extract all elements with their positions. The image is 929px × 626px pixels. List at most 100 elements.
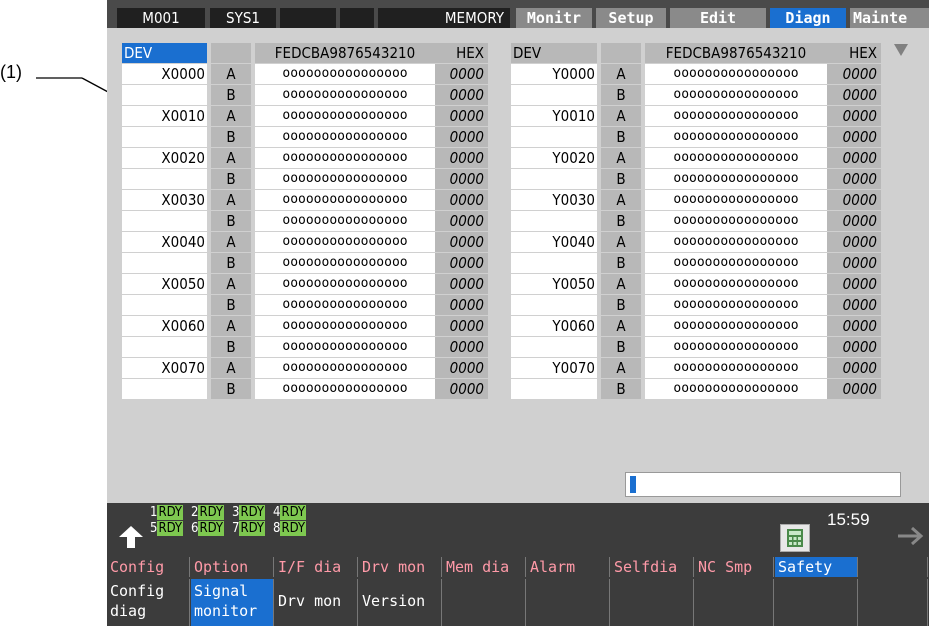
submenu-line2: monitor [194,602,258,620]
device-address[interactable]: Y0060 [511,316,597,336]
tab-monitr[interactable]: Monitr [516,8,592,28]
device-address[interactable] [511,295,597,315]
hex-value: 0000 [435,232,488,252]
submenu-empty-4[interactable] [443,579,526,626]
bit-pattern: oooooooooooooooo [255,106,435,126]
bit-pattern: oooooooooooooooo [645,337,827,357]
submenu-drv-mon[interactable]: Drv mon [275,579,358,626]
ab-indicator: B [211,85,251,105]
submenu-line1: Drv mon [278,592,342,610]
menu-selfdia[interactable]: Selfdia [611,557,694,577]
submenu-signal[interactable]: Signal monitor [191,579,274,626]
menu-option[interactable]: Option [191,557,274,577]
next-arrow-icon[interactable] [897,527,925,545]
menu-i-f-dia[interactable]: I/F dia [275,557,358,577]
bit-pattern: oooooooooooooooo [255,316,435,336]
system-state: RDY [198,505,225,520]
device-address[interactable] [122,295,207,315]
tab-mainte[interactable]: Mainte [850,8,929,28]
hex-value: 0000 [435,64,488,84]
menu-main-row: Config Option I/F dia Drv mon Mem dia Alarm Se… [107,553,929,579]
menu-mem-dia[interactable]: Mem dia [443,557,526,577]
scroll-down-icon[interactable] [894,44,908,56]
device-address[interactable]: Y0020 [511,148,597,168]
device-address[interactable] [511,253,597,273]
device-address[interactable]: Y0050 [511,274,597,294]
calculator-icon[interactable] [780,524,810,552]
device-address[interactable]: Y0070 [511,358,597,378]
device-address[interactable] [511,127,597,147]
ab-indicator: A [601,232,641,252]
nc-screen: M001 SYS1 MEMORY Monitr Setup Edit Diagn… [107,0,929,626]
menu-nc-smp[interactable]: NC Smp [695,557,774,577]
device-address[interactable] [122,253,207,273]
hex-value: 0000 [435,358,488,378]
device-address[interactable]: X0060 [122,316,207,336]
device-address[interactable] [122,211,207,231]
device-address[interactable] [511,337,597,357]
device-address[interactable]: Y0000 [511,64,597,84]
device-address[interactable]: Y0010 [511,106,597,126]
input-field[interactable] [625,472,901,497]
ab-indicator: B [601,85,641,105]
bit-pattern: oooooooooooooooo [255,337,435,357]
ab-indicator: B [211,379,251,399]
hex-value: 0000 [827,85,881,105]
submenu-empty-7[interactable] [695,579,774,626]
hex-value: 0000 [435,106,488,126]
device-address[interactable]: X0040 [122,232,207,252]
device-address[interactable]: X0000 [122,64,207,84]
bit-pattern: oooooooooooooooo [645,379,827,399]
tab-edit[interactable]: Edit [670,8,766,28]
ab-indicator: B [211,337,251,357]
menu-safety[interactable]: Safety [775,557,858,577]
submenu-empty-6[interactable] [611,579,694,626]
submenu-config[interactable]: Config diag [107,579,190,626]
device-address[interactable] [122,379,207,399]
submenu-version[interactable]: Version [359,579,442,626]
bit-pattern: oooooooooooooooo [645,106,827,126]
ab-indicator: B [601,295,641,315]
menu-alarm[interactable]: Alarm [527,557,610,577]
device-address[interactable]: X0050 [122,274,207,294]
device-address[interactable]: X0030 [122,190,207,210]
bit-pattern: oooooooooooooooo [255,295,435,315]
bit-pattern: oooooooooooooooo [645,211,827,231]
tab-diagn[interactable]: Diagn [770,8,846,28]
hex-value: 0000 [435,127,488,147]
dev-header[interactable]: DEV [122,43,207,63]
device-address[interactable]: Y0030 [511,190,597,210]
menu-empty-9[interactable] [859,557,928,577]
device-address[interactable] [122,127,207,147]
ab-indicator: A [211,106,251,126]
device-address[interactable]: X0010 [122,106,207,126]
bit-pattern: oooooooooooooooo [645,127,827,147]
submenu-empty-8[interactable] [775,579,858,626]
hex-value: 0000 [827,274,881,294]
bit-pattern: oooooooooooooooo [645,148,827,168]
submenu-empty-5[interactable] [527,579,610,626]
device-address[interactable] [511,85,597,105]
device-address[interactable] [511,211,597,231]
hex-value: 0000 [435,274,488,294]
bit-pattern: oooooooooooooooo [645,190,827,210]
ab-indicator: A [601,274,641,294]
device-address[interactable]: X0070 [122,358,207,378]
menu-drv-mon[interactable]: Drv mon [359,557,442,577]
bits-header: FEDCBA9876543210 [255,43,435,63]
device-address[interactable] [511,379,597,399]
device-address[interactable] [511,169,597,189]
device-address[interactable] [122,169,207,189]
menu-config[interactable]: Config [107,557,190,577]
system-indicator: SYS1 [210,8,276,28]
hex-value: 0000 [827,295,881,315]
hex-value: 0000 [435,253,488,273]
return-arrow-icon[interactable] [119,526,143,548]
device-address[interactable]: Y0040 [511,232,597,252]
hex-header: HEX [827,43,881,63]
device-address[interactable]: X0020 [122,148,207,168]
submenu-empty-9[interactable] [859,579,928,626]
device-address[interactable] [122,85,207,105]
device-address[interactable] [122,337,207,357]
tab-setup[interactable]: Setup [596,8,666,28]
